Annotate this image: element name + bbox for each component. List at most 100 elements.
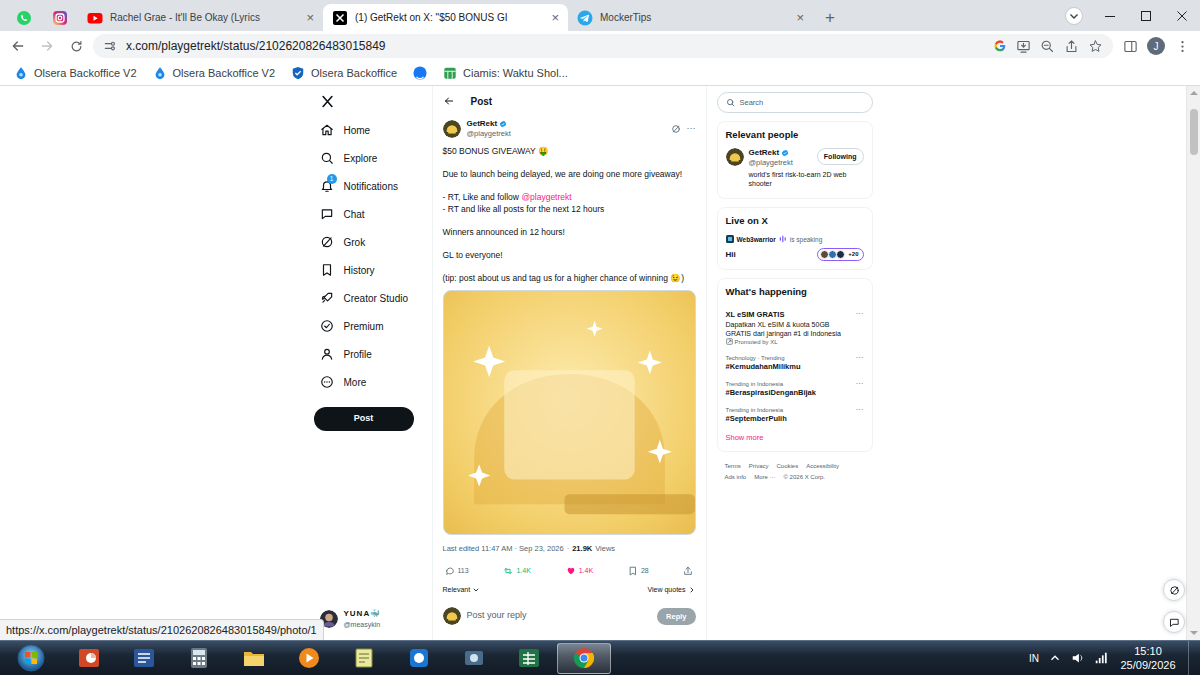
author-avatar[interactable]	[443, 120, 461, 138]
taskbar-app[interactable]	[172, 643, 226, 674]
person-name[interactable]: GetRekt	[749, 148, 780, 158]
side-panel-button[interactable]	[1118, 34, 1142, 58]
bookmark[interactable]	[407, 64, 433, 82]
reload-button[interactable]	[64, 34, 88, 58]
share-button[interactable]	[683, 566, 693, 576]
nav-item[interactable]: 1Notifications	[314, 172, 426, 200]
taskbar-app[interactable]	[557, 643, 611, 674]
messages-button[interactable]	[1163, 611, 1185, 633]
grok-button[interactable]	[1163, 579, 1185, 601]
author-name[interactable]: GetRekt	[467, 119, 498, 129]
tab-close-button[interactable]: ×	[790, 11, 804, 24]
nav-item[interactable]: Profile	[314, 340, 426, 368]
url-text[interactable]: x.com/playgetrekt/status/210262082648301…	[126, 37, 984, 55]
live-space-row[interactable]: Hii+20	[726, 248, 864, 261]
show-more-link[interactable]: Show more	[726, 428, 864, 445]
trend-more-button[interactable]: ···	[856, 380, 864, 398]
taskbar-app[interactable]	[337, 643, 391, 674]
trend-item[interactable]: Trending in Indonesia#SeptemberPulih···	[726, 402, 864, 428]
bookmark[interactable]: Ciamis: Waktu Shol...	[437, 63, 574, 84]
scroll-down-arrow[interactable]	[1190, 631, 1198, 635]
search-box[interactable]	[717, 92, 873, 113]
trend-more-button[interactable]: ···	[856, 406, 864, 424]
bookmark[interactable]: Olsera Backoffice V2	[8, 63, 143, 84]
search-input[interactable]	[740, 97, 864, 108]
close-button[interactable]	[1164, 1, 1200, 31]
taskbar-app[interactable]	[282, 643, 336, 674]
back-arrow-button[interactable]	[6, 34, 30, 58]
taskbar-app[interactable]	[117, 643, 171, 674]
footer-link[interactable]: © 2026 X Corp.	[784, 473, 825, 482]
sort-dropdown[interactable]: Relevant	[443, 585, 481, 596]
menu-dots-button[interactable]	[1170, 34, 1194, 58]
person-handle[interactable]: @playgetrekt	[749, 158, 793, 168]
browser-tab[interactable]: Rachel Grae - It'll Be Okay (Lyrics×	[78, 4, 323, 31]
mention-link[interactable]: @playgetrekt	[521, 192, 571, 202]
input-language[interactable]: IN	[1029, 651, 1039, 666]
taskbar-app[interactable]	[227, 643, 281, 674]
taskbar-app[interactable]	[392, 643, 446, 674]
nav-item[interactable]: Premium	[314, 312, 426, 340]
profile-icon	[320, 347, 334, 361]
reply-button[interactable]: 113	[445, 566, 469, 577]
giveaway-image[interactable]	[443, 290, 696, 535]
bookmark[interactable]: Olsera Backoffice	[285, 63, 403, 84]
footer-link[interactable]: More ···	[754, 473, 775, 482]
taskbar-app[interactable]	[447, 643, 501, 674]
trend-more-button[interactable]: ···	[856, 354, 864, 372]
host-name[interactable]: Web3warrior	[737, 235, 776, 245]
nav-item[interactable]: Home	[314, 116, 426, 144]
tab-search-button[interactable]	[1056, 1, 1092, 31]
reply-button[interactable]: Reply	[657, 608, 695, 625]
browser-tab[interactable]	[6, 4, 42, 31]
scroll-up-arrow[interactable]	[1190, 91, 1198, 95]
footer-link[interactable]: Cookies	[777, 462, 799, 471]
start-button[interactable]	[0, 641, 62, 675]
footer-link[interactable]: Privacy	[749, 462, 769, 471]
like-button[interactable]: 1.4K	[566, 566, 593, 577]
following-button[interactable]: Following	[817, 148, 864, 165]
footer-link[interactable]: Accessibility	[806, 462, 839, 471]
trend-item[interactable]: Trending in Indonesia#BeraspirasiDenganB…	[726, 376, 864, 402]
person-avatar[interactable]	[726, 148, 744, 166]
trend-item[interactable]: Technology · Trending#KemudahanMilikmu··…	[726, 350, 864, 376]
taskbar-app[interactable]	[62, 643, 116, 674]
page-scrollbar[interactable]	[1186, 86, 1200, 640]
taskbar-app[interactable]	[502, 643, 556, 674]
nav-item[interactable]: Creator Studio	[314, 284, 426, 312]
nav-item[interactable]: Explore	[314, 144, 426, 172]
footer-link[interactable]: Ads info	[725, 473, 747, 482]
account-switcher[interactable]: YUNA🐳@measykin	[314, 604, 426, 635]
post-button[interactable]: Post	[314, 407, 414, 431]
repost-button[interactable]: 1.4K	[503, 566, 530, 577]
minimize-button[interactable]	[1092, 1, 1128, 31]
footer-link[interactable]: Terms	[725, 462, 741, 471]
nav-item[interactable]: Chat	[314, 200, 426, 228]
scroll-thumb[interactable]	[1190, 109, 1198, 155]
back-button[interactable]	[443, 95, 455, 107]
nav-item[interactable]: More	[314, 368, 426, 396]
show-desktop-button[interactable]	[1188, 641, 1200, 675]
bookmark[interactable]: Olsera Backoffice V2	[147, 63, 282, 84]
tab-close-button[interactable]: ×	[300, 11, 314, 24]
trend-item[interactable]: XL eSIM GRATISDapatkan XL eSIM & kuota 5…	[726, 306, 864, 350]
nav-item[interactable]: Grok	[314, 228, 426, 256]
clock[interactable]: 15:1025/09/2026	[1117, 644, 1179, 672]
author-handle[interactable]: @playgetrekt	[467, 129, 511, 139]
nav-item[interactable]: History	[314, 256, 426, 284]
forward-arrow-button[interactable]	[35, 34, 59, 58]
tab-close-button[interactable]: ×	[545, 11, 559, 24]
trend-more-button[interactable]: ···	[856, 310, 864, 346]
new-tab-button[interactable]: +	[813, 4, 847, 31]
maximize-button[interactable]	[1128, 1, 1164, 31]
bookmark-button[interactable]: 28	[628, 566, 649, 577]
address-bar[interactable]: x.com/playgetrekt/status/210262082648301…	[93, 34, 1113, 58]
browser-tab[interactable]: (1) GetRekt on X: "$50 BONUS GI×	[323, 4, 568, 31]
browser-tab[interactable]: MockerTips×	[568, 4, 813, 31]
view-quotes-link[interactable]: View quotes	[647, 585, 695, 596]
x-logo[interactable]	[314, 86, 426, 116]
profile-button[interactable]: J	[1147, 37, 1165, 55]
reply-input[interactable]	[467, 609, 652, 623]
more-button[interactable]: ···	[687, 122, 696, 136]
browser-tab[interactable]	[42, 4, 78, 31]
